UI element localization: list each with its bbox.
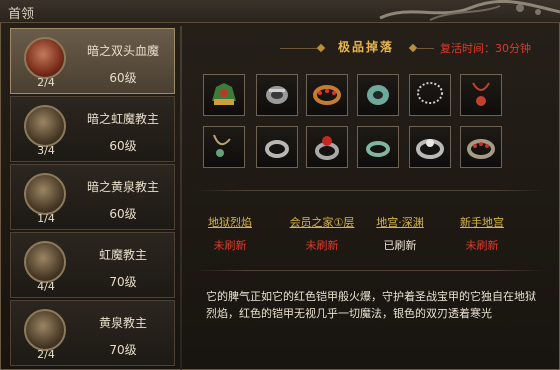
- drop-slot[interactable]: [357, 74, 399, 116]
- boss-list[interactable]: 暗之双头血魔 60级 2/4 暗之虹魔教主 60级 3/4 暗之黄泉教主 60级…: [10, 28, 177, 370]
- boss-card[interactable]: 暗之黄泉教主 60级 1/4: [10, 164, 175, 230]
- boss-card[interactable]: 暗之虹魔教主 60级 3/4: [10, 96, 175, 162]
- map-status: 未刷新: [465, 239, 499, 252]
- drop-slot[interactable]: [256, 74, 298, 116]
- ring-icon: [313, 85, 341, 105]
- boss-card[interactable]: 虹魔教主 70级 4/4: [10, 232, 175, 298]
- separator: [194, 190, 546, 191]
- drop-slot[interactable]: [409, 126, 451, 168]
- drop-slot[interactable]: [357, 126, 399, 168]
- header-diamond-icon: [316, 43, 326, 53]
- ring-icon: [366, 141, 390, 157]
- drop-slot[interactable]: [256, 126, 298, 168]
- boss-avatar: [24, 309, 66, 351]
- boss-name: 黄泉教主: [98, 316, 147, 330]
- header-line-right: [416, 48, 434, 49]
- drop-slot[interactable]: [460, 126, 502, 168]
- window-title: 首领: [8, 7, 35, 22]
- boss-description: 它的脾气正如它的红色铠甲般火爆，守护着圣战宝甲的它独自在地狱烈焰，红色的铠甲无视…: [206, 290, 536, 320]
- map-status: 已刷新: [383, 239, 417, 252]
- dragon-ornament-icon: [379, 0, 560, 21]
- pendant-icon: [472, 82, 490, 106]
- boss-card[interactable]: 黄泉教主 70级 2/4: [10, 300, 175, 366]
- map-link[interactable]: 新手地宫: [442, 214, 522, 230]
- ring-icon: [315, 136, 339, 160]
- boss-level: 60级: [109, 71, 137, 85]
- boss-detail-panel: 极品掉落 复活时间：30分钟 地狱烈焰 会员之家①层 地宫·深渊 新手地宫 未刷…: [188, 26, 552, 366]
- boss-count: 4/4: [37, 280, 55, 293]
- boss-count: 2/4: [37, 76, 55, 89]
- boss-level: 60级: [109, 139, 137, 153]
- drop-slot[interactable]: [306, 126, 348, 168]
- map-link[interactable]: 会员之家①层: [282, 214, 362, 230]
- ring-icon: [467, 139, 495, 159]
- necklace-icon: [417, 82, 443, 104]
- ring-icon: [416, 139, 444, 159]
- boss-name: 暗之双头血魔: [86, 44, 159, 58]
- respawn-time: 复活时间：30分钟: [440, 42, 531, 55]
- boss-avatar: [24, 105, 66, 147]
- drop-slot[interactable]: [306, 74, 348, 116]
- drop-slot[interactable]: [460, 74, 502, 116]
- panel-divider: [180, 26, 182, 370]
- map-status: 未刷新: [305, 239, 339, 252]
- title-bar: 首领: [0, 0, 560, 23]
- ring-icon: [265, 140, 289, 158]
- boss-level: 70级: [109, 275, 137, 289]
- boss-level: 60级: [109, 207, 137, 221]
- boss-count: 2/4: [37, 348, 55, 361]
- boss-avatar: [24, 37, 66, 79]
- boss-card[interactable]: 暗之双头血魔 60级 2/4: [10, 28, 175, 94]
- jade-bracelet-icon: [367, 85, 389, 105]
- map-link[interactable]: 地宫·深渊: [360, 214, 440, 230]
- boss-name: 暗之黄泉教主: [86, 180, 159, 194]
- drops-title: 极品掉落: [337, 40, 394, 54]
- boss-count: 3/4: [37, 144, 55, 157]
- separator: [194, 270, 546, 271]
- drop-slot[interactable]: [203, 126, 245, 168]
- drop-slot[interactable]: [203, 74, 245, 116]
- boss-name: 暗之虹魔教主: [86, 112, 159, 126]
- helmet-icon: [212, 83, 236, 105]
- boss-name: 虹魔教主: [98, 248, 147, 262]
- bracelet-icon: [266, 86, 288, 104]
- pendant-icon: [213, 134, 231, 157]
- boss-level: 70级: [109, 343, 137, 357]
- boss-avatar: [24, 173, 66, 215]
- boss-count: 1/4: [37, 212, 55, 225]
- map-link[interactable]: 地狱烈焰: [190, 214, 270, 230]
- boss-avatar: [24, 241, 66, 283]
- header-line-left: [280, 48, 320, 49]
- drop-slot[interactable]: [409, 74, 451, 116]
- map-status: 未刷新: [213, 239, 247, 252]
